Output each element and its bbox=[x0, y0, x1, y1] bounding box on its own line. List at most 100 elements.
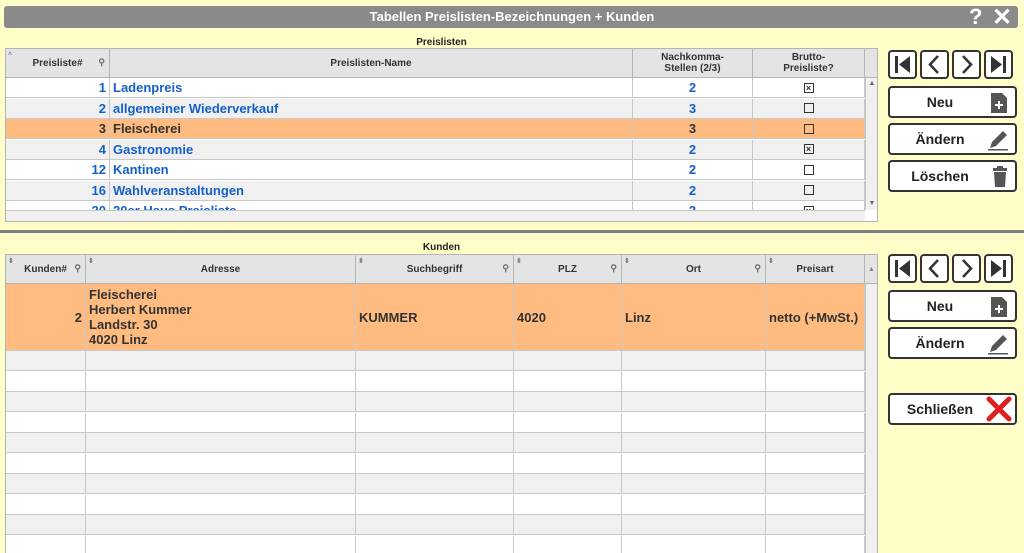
last-record-button[interactable] bbox=[984, 50, 1013, 79]
empty-cell bbox=[6, 474, 86, 493]
empty-cell bbox=[6, 392, 86, 411]
empty-cell bbox=[622, 515, 766, 534]
kunden-last-record-button[interactable] bbox=[984, 254, 1013, 283]
close-icon[interactable]: ✕ bbox=[992, 3, 1012, 32]
scroll-up-icon[interactable]: ▲ bbox=[868, 264, 875, 275]
cell-nachkomma: 2 bbox=[633, 160, 753, 179]
empty-cell bbox=[766, 453, 865, 473]
header-kunden-nr[interactable]: ⬍ Kunden# ⚲ bbox=[6, 255, 86, 284]
table-row[interactable]: 3 Fleischerei 3 bbox=[6, 119, 865, 139]
search-icon[interactable]: ⚲ bbox=[98, 57, 105, 68]
previous-record-button[interactable] bbox=[920, 50, 949, 79]
scroll-down-icon[interactable]: ▼ bbox=[866, 198, 877, 210]
kunden-previous-record-button[interactable] bbox=[920, 254, 949, 283]
cell-preisliste-nr: 4 bbox=[6, 139, 110, 159]
horizontal-scrollbar[interactable] bbox=[6, 210, 865, 221]
empty-cell bbox=[766, 494, 865, 514]
help-icon[interactable]: ? bbox=[969, 4, 982, 30]
header-preisliste-name[interactable]: Preislisten-Name bbox=[110, 49, 633, 78]
button-label: Ändern bbox=[915, 335, 965, 351]
kunden-aendern-button[interactable]: Ändern bbox=[888, 327, 1017, 359]
cell-preisliste-name: Fleischerei bbox=[110, 119, 633, 138]
header-plz[interactable]: ⬍ PLZ ⚲ bbox=[514, 255, 622, 284]
brutto-checkbox[interactable]: × bbox=[803, 144, 814, 154]
header-ort[interactable]: ⬍ Ort ⚲ bbox=[622, 255, 766, 284]
cell-preisliste-nr: 1 bbox=[6, 78, 110, 97]
kunden-next-record-button[interactable] bbox=[952, 254, 981, 283]
header-suchbegriff[interactable]: ⬍ Suchbegriff ⚲ bbox=[356, 255, 514, 284]
close-red-x-icon bbox=[986, 396, 1012, 422]
brutto-checkbox[interactable] bbox=[803, 164, 814, 175]
scroll-up-icon[interactable]: ▲ bbox=[866, 78, 877, 90]
empty-cell bbox=[86, 474, 356, 493]
preislisten-neu-button[interactable]: Neu bbox=[888, 86, 1017, 118]
search-icon[interactable]: ⚲ bbox=[502, 263, 509, 274]
preislisten-aendern-button[interactable]: Ändern bbox=[888, 123, 1017, 155]
adresse-line: Fleischerei bbox=[89, 287, 157, 302]
empty-cell bbox=[86, 494, 356, 514]
header-nachkomma[interactable]: Nachkomma- Stellen (2/3) bbox=[633, 49, 753, 78]
empty-cell bbox=[766, 433, 865, 452]
kunden-neu-button[interactable]: Neu bbox=[888, 290, 1017, 322]
header-preisliste-nr[interactable]: ^ Preisliste# ⚲ bbox=[6, 49, 110, 78]
adresse-line: 4020 Linz bbox=[89, 332, 148, 347]
schliessen-button[interactable]: Schließen bbox=[888, 393, 1017, 425]
empty-cell bbox=[6, 535, 86, 553]
kunden-first-record-button[interactable] bbox=[888, 254, 917, 283]
empty-row bbox=[6, 453, 865, 474]
empty-cell bbox=[766, 474, 865, 493]
first-record-button[interactable] bbox=[888, 50, 917, 79]
cell-preisliste-name: Wahlveranstaltungen bbox=[110, 180, 633, 200]
brutto-checkbox[interactable] bbox=[803, 123, 814, 134]
button-label: Löschen bbox=[911, 168, 969, 184]
search-icon[interactable]: ⚲ bbox=[754, 263, 761, 274]
vertical-scrollbar[interactable] bbox=[865, 284, 877, 553]
empty-cell bbox=[766, 535, 865, 553]
empty-cell bbox=[356, 474, 514, 493]
empty-cell bbox=[356, 371, 514, 391]
empty-row bbox=[6, 515, 865, 535]
empty-cell bbox=[356, 412, 514, 432]
table-row[interactable]: 2 Fleischerei Herbert Kummer Landstr. 30 402… bbox=[6, 284, 865, 351]
brutto-checkbox[interactable]: × bbox=[803, 82, 814, 93]
preislisten-table: ^ Preisliste# ⚲ Preislisten-Name Nachkom… bbox=[5, 48, 878, 222]
cell-nachkomma: 3 bbox=[633, 119, 753, 138]
button-label: Schließen bbox=[906, 401, 974, 417]
header-preisart[interactable]: ⬍ Preisart bbox=[766, 255, 865, 284]
next-record-button[interactable] bbox=[952, 50, 981, 79]
header-brutto[interactable]: Brutto- Preisliste? bbox=[753, 49, 865, 78]
kunden-table: ⬍ Kunden# ⚲ ⬍ Adresse ⬍ Suchbegriff ⚲ ⬍ … bbox=[5, 254, 878, 553]
empty-cell bbox=[766, 392, 865, 411]
cell-preisliste-name: Gastronomie bbox=[110, 139, 633, 159]
header-label: Preisart bbox=[796, 263, 834, 275]
chevron-left-icon bbox=[928, 259, 939, 278]
empty-row bbox=[6, 433, 865, 453]
header-adresse[interactable]: ⬍ Adresse bbox=[86, 255, 356, 284]
table-row[interactable]: 12 Kantinen 2 bbox=[6, 160, 865, 180]
cell-brutto bbox=[753, 119, 865, 138]
vertical-scrollbar[interactable]: ▲ ▼ bbox=[865, 78, 877, 210]
pencil-icon bbox=[988, 131, 1008, 151]
sort-icon: ⬍ bbox=[8, 258, 14, 265]
preislisten-loeschen-button[interactable]: Löschen bbox=[888, 160, 1017, 192]
table-row[interactable]: 16 Wahlveranstaltungen 2 bbox=[6, 180, 865, 201]
cell-nachkomma: 2 bbox=[633, 78, 753, 97]
cell-nachkomma: 3 bbox=[633, 98, 753, 118]
empty-cell bbox=[6, 453, 86, 473]
chevron-right-icon bbox=[962, 259, 973, 278]
sort-icon: ⬍ bbox=[88, 258, 94, 265]
brutto-checkbox[interactable] bbox=[803, 185, 814, 195]
button-label: Neu bbox=[926, 94, 954, 110]
empty-cell bbox=[514, 453, 622, 473]
table-row[interactable]: 2 allgemeiner Wiederverkauf 3 bbox=[6, 98, 865, 119]
brutto-checkbox[interactable] bbox=[803, 103, 814, 113]
search-icon[interactable]: ⚲ bbox=[610, 263, 617, 274]
empty-cell bbox=[356, 392, 514, 411]
cell-nachkomma: 2 bbox=[633, 139, 753, 159]
empty-cell bbox=[356, 351, 514, 370]
table-row[interactable]: 4 Gastronomie 2 × bbox=[6, 139, 865, 160]
first-icon bbox=[895, 260, 910, 277]
cell-preisliste-name: Ladenpreis bbox=[110, 78, 633, 97]
table-row[interactable]: 1 Ladenpreis 2 × bbox=[6, 78, 865, 98]
search-icon[interactable]: ⚲ bbox=[74, 263, 81, 274]
